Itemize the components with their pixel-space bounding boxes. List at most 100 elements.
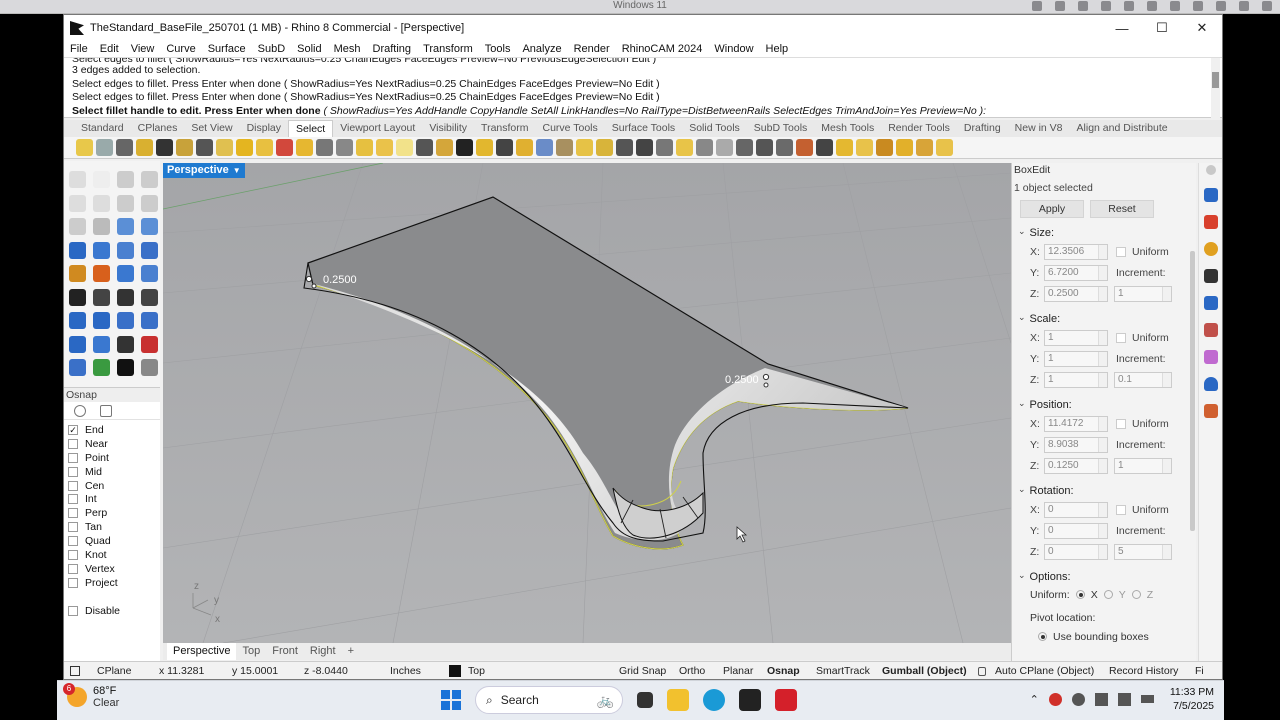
tray-icon[interactable] — [1055, 1, 1065, 11]
select-open-icon[interactable] — [536, 139, 553, 156]
maximize-button[interactable]: ☐ — [1142, 15, 1182, 41]
cplane-label[interactable]: CPlane — [97, 665, 131, 677]
select-wire-icon[interactable] — [896, 139, 913, 156]
size-z-field[interactable]: 0.2500 — [1044, 285, 1108, 302]
gear-icon[interactable] — [1205, 165, 1216, 175]
grid-icon[interactable] — [117, 335, 134, 353]
menu-help[interactable]: Help — [766, 43, 789, 55]
size-x-field[interactable]: 12.3506 — [1044, 243, 1108, 260]
edit-icon[interactable] — [1203, 404, 1218, 418]
taskbar-search[interactable]: ⌕ Search 🚲 — [475, 686, 623, 714]
select-arrow-icon[interactable] — [69, 171, 86, 188]
dim-icon[interactable] — [141, 265, 158, 282]
solid-icon[interactable] — [69, 335, 86, 353]
checkbox[interactable] — [68, 605, 78, 616]
history-icon[interactable] — [141, 335, 158, 353]
menu-subd[interactable]: SubD — [258, 43, 286, 55]
edge-browser-icon[interactable] — [703, 689, 725, 711]
checkbox[interactable] — [68, 438, 78, 449]
tray-icon[interactable] — [1101, 1, 1111, 11]
sphere-icon[interactable] — [93, 241, 110, 259]
checkbox[interactable] — [68, 452, 78, 463]
osnap-quad[interactable]: Quad — [64, 534, 160, 548]
fillet-handle[interactable] — [762, 373, 770, 381]
menu-solid[interactable]: Solid — [297, 43, 321, 55]
select-bad-icon[interactable] — [516, 139, 533, 156]
sync-icon[interactable] — [1048, 692, 1062, 706]
select-all-icon[interactable] — [76, 139, 93, 156]
tab-select[interactable]: Select — [288, 120, 334, 137]
tray-icon[interactable] — [1170, 1, 1180, 11]
uniform-checkbox[interactable] — [1116, 418, 1126, 429]
select-curves-icon[interactable] — [156, 139, 173, 156]
scale-section[interactable]: Scale: — [1012, 313, 1196, 327]
volume-icon[interactable] — [1117, 692, 1131, 706]
menu-curve[interactable]: Curve — [166, 43, 195, 55]
tray-icon[interactable] — [1078, 1, 1088, 11]
osnap-cen[interactable]: Cen — [64, 479, 160, 493]
osnap-filter-icon[interactable] — [100, 404, 112, 417]
position-x-field[interactable]: 11.4172 — [1044, 415, 1108, 432]
menu-surface[interactable]: Surface — [208, 43, 246, 55]
menu-window[interactable]: Window — [714, 43, 753, 55]
gumball-icon[interactable] — [93, 359, 110, 376]
tab-solid-tools[interactable]: Solid Tools — [682, 120, 747, 137]
tab-surface-tools[interactable]: Surface Tools — [605, 120, 682, 137]
rotation-section[interactable]: Rotation: — [1012, 485, 1196, 499]
menu-view[interactable]: View — [131, 43, 155, 55]
move-icon[interactable] — [141, 312, 158, 329]
auto-cplane-toggle[interactable]: Auto CPlane (Object) — [995, 665, 1094, 677]
menu-file[interactable]: File — [70, 43, 88, 55]
vtab-perspective[interactable]: Perspective — [167, 643, 237, 660]
display-icon[interactable] — [1203, 269, 1218, 283]
osnap-knot[interactable]: Knot — [64, 548, 160, 562]
select-brep-icon[interactable] — [416, 139, 433, 156]
checkbox[interactable] — [68, 577, 78, 588]
osnap-int[interactable]: Int — [64, 492, 160, 506]
tray-icon[interactable] — [1216, 1, 1226, 11]
select-dup-icon[interactable] — [576, 139, 593, 156]
osnap-project[interactable]: Project — [64, 576, 160, 590]
menu-transform[interactable]: Transform — [423, 43, 473, 55]
materials-icon[interactable] — [1203, 242, 1218, 256]
fillet-edge-icon[interactable] — [93, 265, 110, 282]
tray-icon[interactable] — [1262, 1, 1272, 11]
rotation-increment-field[interactable]: 5 — [1114, 543, 1172, 560]
check-icon[interactable] — [117, 359, 134, 376]
osnap-mid[interactable]: Mid — [64, 465, 160, 479]
checkbox[interactable] — [68, 494, 78, 505]
checkbox[interactable] — [68, 480, 78, 491]
osnap-end[interactable]: ✓ End — [64, 423, 160, 437]
chevron-up-icon[interactable]: ⌃ — [1030, 693, 1039, 706]
scale-icon[interactable] — [93, 312, 110, 329]
select-chain-icon[interactable] — [616, 139, 633, 156]
block-icon[interactable] — [93, 288, 110, 306]
network-icon[interactable] — [1094, 692, 1108, 706]
properties-icon[interactable] — [1203, 215, 1218, 229]
select-history-icon[interactable] — [756, 139, 773, 156]
select-gear-icon[interactable] — [916, 139, 933, 156]
select-ref-icon[interactable] — [836, 139, 853, 156]
offset-icon[interactable] — [93, 218, 110, 235]
select-window-icon[interactable] — [696, 139, 713, 156]
notification-icon[interactable] — [1203, 377, 1218, 391]
options-section[interactable]: Options: — [1012, 571, 1196, 585]
osnap-tan[interactable]: Tan — [64, 520, 160, 534]
size-section[interactable]: Size: — [1012, 227, 1196, 241]
radio-x[interactable] — [1075, 590, 1085, 599]
select-group-icon[interactable] — [496, 139, 513, 156]
radius-label[interactable]: 0.2500 — [725, 374, 759, 386]
ortho-toggle[interactable]: Ortho — [679, 665, 705, 677]
select-closed-icon[interactable] — [556, 139, 573, 156]
position-section[interactable]: Position: — [1012, 399, 1196, 413]
rectangle-icon[interactable] — [141, 171, 158, 188]
command-scrollbar[interactable] — [1211, 58, 1220, 119]
tab-drafting[interactable]: Drafting — [957, 120, 1008, 137]
tab-align-distribute[interactable]: Align and Distribute — [1070, 120, 1175, 137]
tab-new-in-v8[interactable]: New in V8 — [1008, 120, 1070, 137]
select-layer-icon[interactable] — [476, 139, 493, 156]
select-annotations-icon[interactable] — [376, 139, 393, 156]
tray-icon[interactable] — [1193, 1, 1203, 11]
select-solids-icon[interactable] — [256, 139, 273, 156]
dimension-icon[interactable] — [93, 335, 110, 353]
